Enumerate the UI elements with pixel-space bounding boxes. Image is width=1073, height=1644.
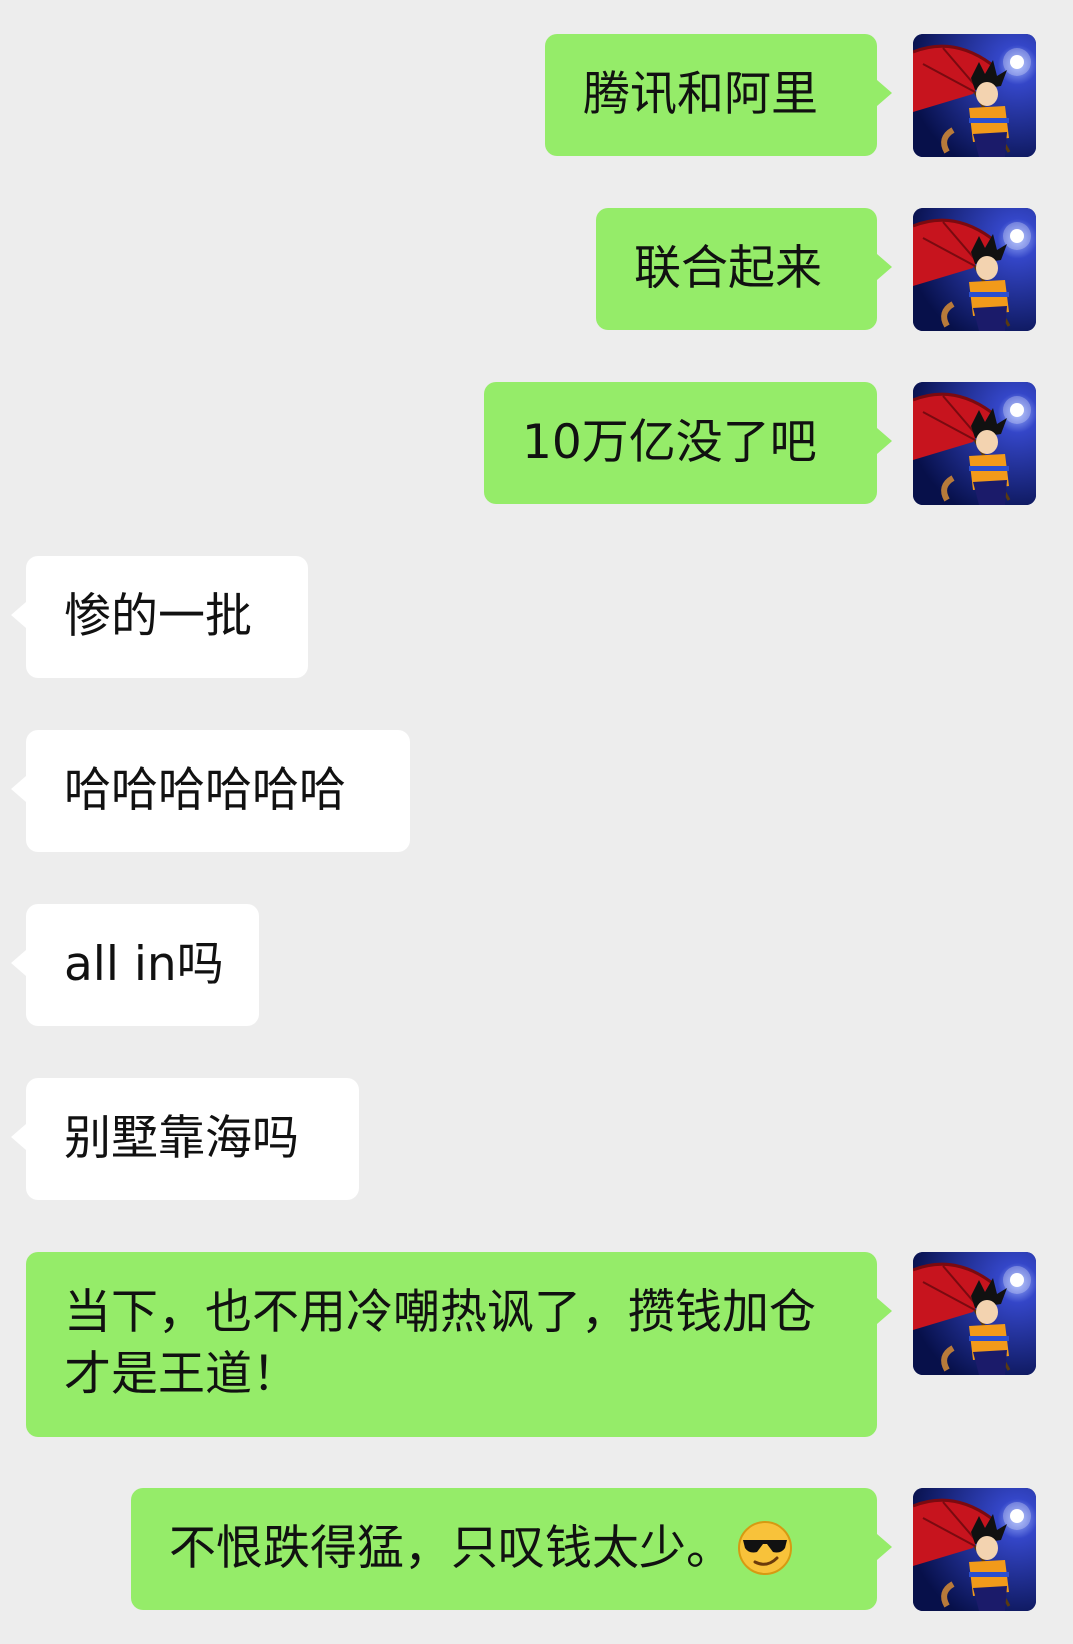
message-text: all in吗 (64, 937, 224, 992)
message-text: 哈哈哈哈哈哈 (64, 763, 346, 818)
self-avatar[interactable] (913, 208, 1036, 331)
message-text: 腾讯和阿里 (583, 67, 818, 122)
self-avatar[interactable] (913, 34, 1036, 157)
message-text: 别墅靠海吗 (64, 1111, 299, 1166)
message-text: 当下，也不用冷嘲热讽了，攒钱加仓才是王道！ (64, 1285, 816, 1402)
self-avatar[interactable] (913, 1488, 1036, 1611)
message-bubble[interactable]: 当下，也不用冷嘲热讽了，攒钱加仓才是王道！ (26, 1252, 892, 1437)
bubble-tail (877, 1534, 892, 1560)
message-bubble[interactable]: 别墅靠海吗 (11, 1078, 359, 1200)
bubble-tail (11, 602, 26, 628)
bubble-tail (11, 950, 26, 976)
message-bubble[interactable]: 哈哈哈哈哈哈 (11, 730, 410, 852)
bubble-tail (877, 80, 892, 106)
self-avatar[interactable] (913, 1252, 1036, 1375)
message-text: 10万亿没了吧 (522, 415, 817, 470)
message-bubble[interactable]: 10万亿没了吧 (484, 382, 892, 504)
bubble-tail (11, 1124, 26, 1150)
bubble-tail (877, 254, 892, 280)
message-text: 不恨跌得猛，只叹钱太少。 (169, 1521, 733, 1576)
message-content: 不恨跌得猛，只叹钱太少。 (169, 1518, 793, 1580)
bubble-tail (877, 1298, 892, 1324)
goku-umbrella-avatar-icon (913, 1488, 1036, 1611)
message-bubble[interactable]: 不恨跌得猛，只叹钱太少。 (131, 1488, 892, 1610)
message-bubble[interactable]: 惨的一批 (11, 556, 308, 678)
goku-umbrella-avatar-icon (913, 1252, 1036, 1375)
message-text: 惨的一批 (64, 589, 252, 644)
message-bubble[interactable]: all in吗 (11, 904, 259, 1026)
bubble-tail (877, 428, 892, 454)
goku-umbrella-avatar-icon (913, 382, 1036, 505)
sunglasses-emoji-icon (737, 1520, 793, 1576)
bubble-tail (11, 776, 26, 802)
message-bubble[interactable]: 腾讯和阿里 (545, 34, 892, 156)
message-text: 联合起来 (634, 241, 822, 296)
message-bubble[interactable]: 联合起来 (596, 208, 892, 330)
goku-umbrella-avatar-icon (913, 208, 1036, 331)
self-avatar[interactable] (913, 382, 1036, 505)
goku-umbrella-avatar-icon (913, 34, 1036, 157)
